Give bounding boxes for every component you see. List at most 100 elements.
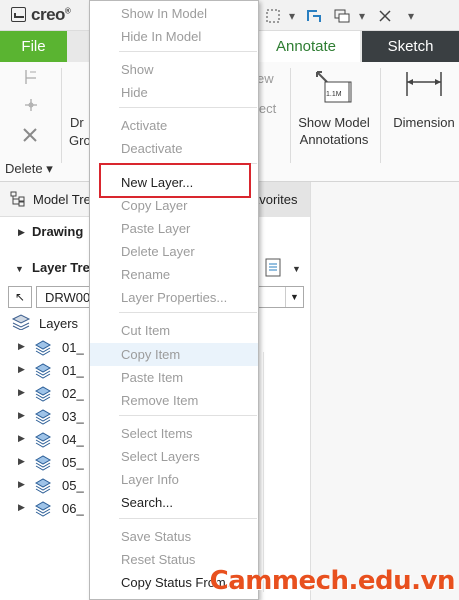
select-cursor-icon[interactable]: ↖ [8, 286, 32, 308]
show-options-icon[interactable] [263, 257, 285, 284]
menu-item-delete-layer[interactable]: Delete Layer [90, 240, 258, 263]
menu-separator [119, 518, 257, 519]
layers-stack-icon [11, 314, 31, 335]
menu-item-remove-item[interactable]: Remove Item [90, 389, 258, 412]
ribbon-item-group[interactable]: Gro [69, 132, 91, 149]
menu-item-rename[interactable]: Rename [90, 263, 258, 286]
ribbon-separator [61, 68, 62, 163]
show-model-annotations-button[interactable]: Show Model Annotations [295, 114, 373, 148]
expand-arrow-icon[interactable]: ▶ [18, 502, 25, 513]
layer-name: 01_ [62, 340, 84, 355]
layer-icon [34, 431, 52, 448]
layer-icon [34, 477, 52, 494]
expand-arrow-icon[interactable]: ▶ [18, 410, 25, 421]
expand-arrow-icon[interactable]: ▶ [18, 227, 25, 238]
menu-item-show[interactable]: Show [90, 58, 258, 81]
menu-item-cut-item[interactable]: Cut Item [90, 319, 258, 342]
dimension-button[interactable]: Dimension [390, 114, 458, 131]
delete-x-icon[interactable] [21, 126, 39, 149]
ribbon-item-draw[interactable]: Dr [70, 114, 84, 131]
layer-name: 05_ [62, 455, 84, 470]
axis-move-icon[interactable] [22, 96, 40, 119]
menu-item-paste-layer[interactable]: Paste Layer [90, 217, 258, 240]
menu-item-layer-info[interactable]: Layer Info [90, 468, 258, 491]
menu-separator [119, 107, 257, 108]
delete-group-label[interactable]: Delete ▾ [5, 161, 53, 177]
scale-badge: 1.1M [326, 91, 342, 98]
layer-name: 02_ [62, 386, 84, 401]
menu-item-activate[interactable]: Activate [90, 114, 258, 137]
menu-item-search[interactable]: Search... [90, 491, 258, 514]
menu-separator [119, 312, 257, 313]
ribbon-item-view[interactable]: ew [257, 70, 274, 87]
layer-item[interactable]: ▶ 06_ [16, 498, 96, 520]
tab-file[interactable]: File [0, 31, 67, 62]
ribbon-item-project[interactable]: ject [256, 100, 276, 117]
layer-item[interactable]: ▶ 04_ [16, 429, 96, 451]
collapse-arrow-icon[interactable]: ▼ [15, 264, 24, 274]
creo-logo-icon [11, 7, 26, 22]
expand-arrow-icon[interactable]: ▶ [18, 433, 25, 444]
customize-toolbar-icon[interactable]: ▾ [404, 6, 418, 26]
layer-item[interactable]: ▶ 05_ [16, 475, 96, 497]
graphics-area[interactable] [310, 182, 459, 600]
close-window-icon[interactable] [374, 6, 396, 26]
menu-separator [119, 415, 257, 416]
layers-root[interactable]: Layers [39, 316, 78, 331]
dimension-ordinate-icon[interactable] [22, 68, 40, 91]
drawing-section[interactable]: Drawing [32, 224, 83, 239]
select-box-icon[interactable] [262, 6, 284, 26]
layer-icon [34, 408, 52, 425]
layer-item[interactable]: ▶ 02_ [16, 383, 96, 405]
menu-item-copy-item[interactable]: Copy Item [90, 343, 258, 366]
tab-model-tree[interactable]: Model Tre [33, 192, 91, 207]
layer-icon [34, 500, 52, 517]
expand-arrow-icon[interactable]: ▶ [18, 479, 25, 490]
chevron-down-icon[interactable]: ▾ [286, 6, 298, 26]
windows-icon[interactable] [331, 6, 353, 26]
layer-name: 01_ [62, 363, 84, 378]
menu-item-save-status[interactable]: Save Status [90, 525, 258, 548]
menu-item-deactivate[interactable]: Deactivate [90, 137, 258, 160]
layer-icon [34, 362, 52, 379]
layer-name: 05_ [62, 478, 84, 493]
panel-divider [263, 352, 264, 592]
menu-item-hide[interactable]: Hide [90, 81, 258, 104]
layer-icon [34, 385, 52, 402]
menu-item-select-items[interactable]: Select Items [90, 422, 258, 445]
menu-separator [119, 51, 257, 52]
chevron-down-icon[interactable]: ▾ [356, 6, 368, 26]
model-tree-icon[interactable] [10, 191, 26, 212]
dimension-icon[interactable] [404, 70, 444, 105]
layer-icon [34, 454, 52, 471]
regenerate-icon[interactable] [303, 6, 325, 26]
layer-context-menu: Show In Model Hide In Model Show Hide Activa… [89, 0, 259, 600]
app-logo: creo® [31, 5, 71, 24]
ribbon-separator [380, 68, 381, 163]
layer-name: 04_ [62, 432, 84, 447]
menu-item-layer-properties[interactable]: Layer Properties... [90, 286, 258, 309]
tab-sketch[interactable]: Sketch [362, 31, 459, 62]
expand-arrow-icon[interactable]: ▶ [18, 364, 25, 375]
layer-icon [34, 339, 52, 356]
expand-arrow-icon[interactable]: ▶ [18, 341, 25, 352]
layer-name: 03_ [62, 409, 84, 424]
menu-item-select-layers[interactable]: Select Layers [90, 445, 258, 468]
menu-item-paste-item[interactable]: Paste Item [90, 366, 258, 389]
watermark: Cammech.edu.vn [209, 566, 456, 596]
drawing-combo-value: DRW00 [45, 290, 91, 305]
layer-tree-section[interactable]: Layer Tre [32, 260, 90, 275]
layer-item[interactable]: ▶ 05_ [16, 452, 96, 474]
ribbon-separator [290, 68, 291, 163]
layer-item[interactable]: ▶ 01_ [16, 337, 96, 359]
layer-item[interactable]: ▶ 03_ [16, 406, 96, 428]
expand-arrow-icon[interactable]: ▶ [18, 456, 25, 467]
chevron-down-icon[interactable]: ▼ [285, 287, 303, 307]
layer-name: 06_ [62, 501, 84, 516]
menu-item-show-in-model[interactable]: Show In Model [90, 2, 258, 25]
menu-item-hide-in-model[interactable]: Hide In Model [90, 25, 258, 48]
tab-annotate[interactable]: Annotate [252, 31, 360, 62]
chevron-down-icon[interactable]: ▼ [292, 264, 301, 274]
layer-item[interactable]: ▶ 01_ [16, 360, 96, 382]
expand-arrow-icon[interactable]: ▶ [18, 387, 25, 398]
